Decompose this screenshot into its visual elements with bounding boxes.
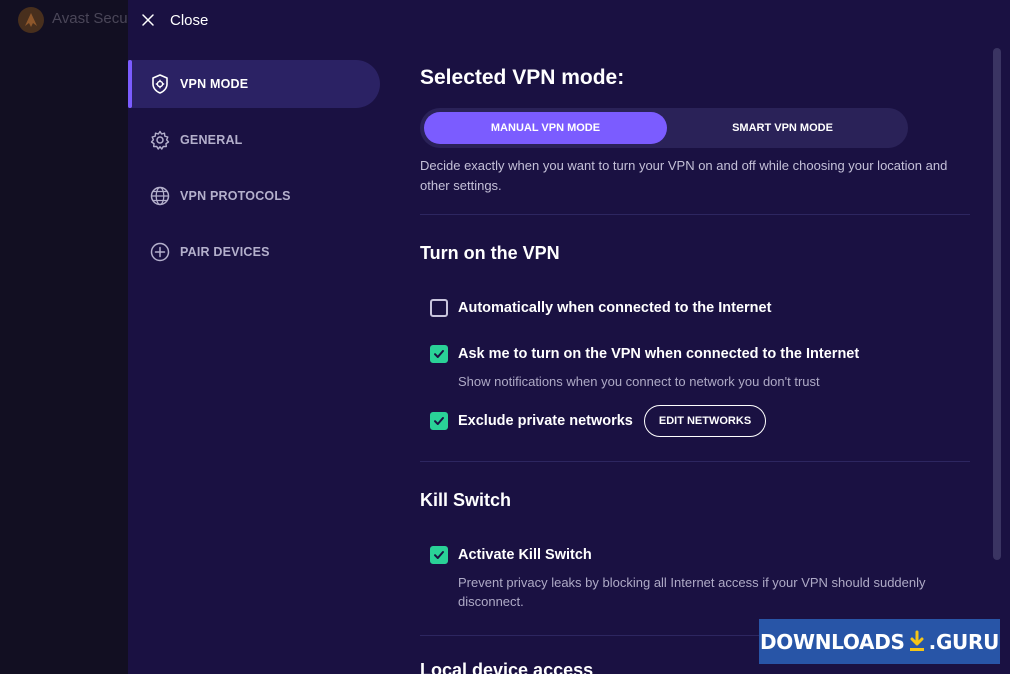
downloads-guru-watermark: DOWNLOADS .GURU bbox=[759, 619, 1000, 664]
kill-switch-label: Activate Kill Switch bbox=[458, 547, 592, 563]
kill-switch-checkbox[interactable] bbox=[430, 546, 448, 564]
watermark-text-downloads: DOWNLOADS bbox=[759, 629, 905, 654]
exclude-private-option: Exclude private networks EDIT NETWORKS bbox=[430, 405, 767, 437]
ask-me-description: Show notifications when you connect to n… bbox=[458, 374, 820, 389]
mode-description: Decide exactly when you want to turn you… bbox=[420, 158, 948, 193]
checkmark-icon bbox=[434, 417, 444, 425]
auto-connect-option: Automatically when connected to the Inte… bbox=[430, 299, 771, 317]
kill-switch-description: Prevent privacy leaks by blocking all In… bbox=[458, 575, 926, 609]
section-heading-local-device-access: Local device access bbox=[420, 660, 594, 674]
download-arrow-icon bbox=[907, 630, 927, 654]
smart-vpn-mode-button[interactable]: SMART VPN MODE bbox=[661, 112, 904, 144]
close-label: Close bbox=[170, 11, 209, 29]
close-icon bbox=[142, 14, 154, 26]
kill-switch-option: Activate Kill Switch bbox=[430, 546, 592, 564]
sidebar-item-label: PAIR DEVICES bbox=[180, 245, 270, 259]
shield-gear-icon bbox=[148, 72, 172, 96]
plus-circle-icon bbox=[148, 240, 172, 264]
page-title: Selected VPN mode: bbox=[420, 66, 625, 89]
auto-connect-checkbox[interactable] bbox=[430, 299, 448, 317]
avast-logo-icon bbox=[18, 7, 44, 33]
sidebar-item-label: GENERAL bbox=[180, 133, 243, 147]
edit-networks-button[interactable]: EDIT NETWORKS bbox=[643, 405, 767, 437]
settings-sidebar: VPN MODE GENERAL VPN PROTOCOLS PAIR DEVI… bbox=[128, 60, 380, 284]
background-app-title: Avast Secu bbox=[52, 10, 128, 27]
scrollbar-thumb[interactable] bbox=[993, 48, 1001, 560]
checkmark-icon bbox=[434, 350, 444, 358]
watermark-text-guru: .GURU bbox=[928, 629, 1000, 654]
sidebar-item-vpn-protocols[interactable]: VPN PROTOCOLS bbox=[128, 172, 380, 220]
background-app-window: Avast Secu bbox=[0, 0, 128, 674]
globe-icon bbox=[148, 184, 172, 208]
ask-me-checkbox[interactable] bbox=[430, 345, 448, 363]
exclude-private-checkbox[interactable] bbox=[430, 412, 448, 430]
vpn-settings-panel: Close VPN MODE GENERAL VPN PROTOCOLS PAI… bbox=[128, 0, 1010, 674]
ask-me-label: Ask me to turn on the VPN when connected… bbox=[458, 346, 860, 362]
divider bbox=[420, 214, 970, 215]
close-button[interactable]: Close bbox=[140, 8, 208, 32]
gear-icon bbox=[148, 128, 172, 152]
ask-me-option: Ask me to turn on the VPN when connected… bbox=[430, 345, 859, 363]
checkmark-icon bbox=[434, 551, 444, 559]
sidebar-item-pair-devices[interactable]: PAIR DEVICES bbox=[128, 228, 380, 276]
sidebar-item-label: VPN PROTOCOLS bbox=[180, 189, 291, 203]
vpn-mode-toggle: MANUAL VPN MODE SMART VPN MODE bbox=[420, 108, 908, 148]
auto-connect-label: Automatically when connected to the Inte… bbox=[458, 300, 772, 316]
divider bbox=[420, 461, 970, 462]
sidebar-item-vpn-mode[interactable]: VPN MODE bbox=[128, 60, 380, 108]
section-heading-kill-switch: Kill Switch bbox=[420, 490, 512, 510]
sidebar-item-general[interactable]: GENERAL bbox=[128, 116, 380, 164]
exclude-private-label: Exclude private networks bbox=[458, 413, 633, 429]
section-heading-turn-on-vpn: Turn on the VPN bbox=[420, 243, 560, 263]
sidebar-item-label: VPN MODE bbox=[180, 77, 249, 91]
manual-vpn-mode-button[interactable]: MANUAL VPN MODE bbox=[424, 112, 667, 144]
